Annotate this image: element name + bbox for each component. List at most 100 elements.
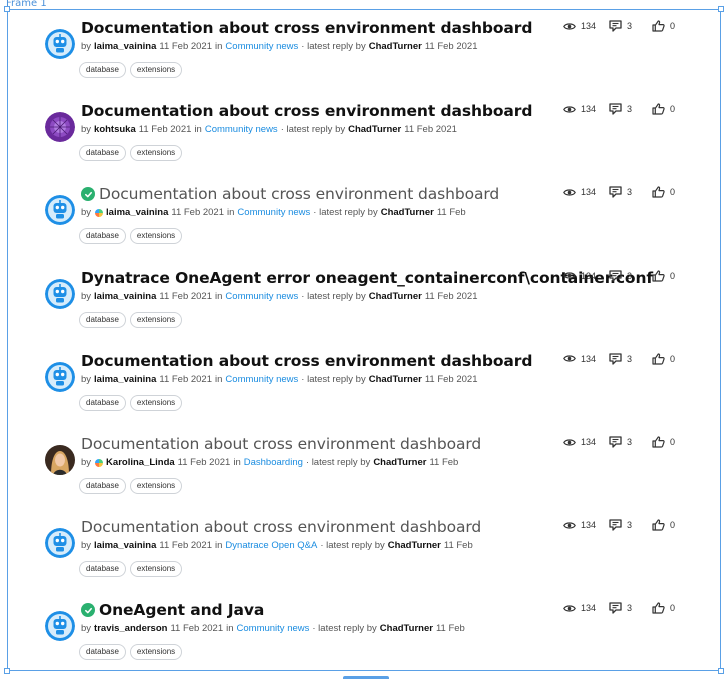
reply-user-link[interactable]: ChadTurner <box>369 291 422 302</box>
tag-chip[interactable]: extensions <box>129 561 183 578</box>
author-link[interactable]: laima_vainina <box>94 41 156 52</box>
category-link[interactable]: Community news <box>225 374 298 385</box>
resize-handle-top-left[interactable] <box>4 6 10 12</box>
avatar-robot[interactable] <box>45 278 75 309</box>
title-row: Documentation about cross environment da… <box>81 435 481 453</box>
comment-icon <box>609 186 622 199</box>
tag-chip[interactable]: database <box>79 62 126 78</box>
post-title[interactable]: Documentation about cross environment da… <box>81 19 532 37</box>
category-link[interactable]: Community news <box>225 291 298 302</box>
likes-count: 0 <box>670 353 676 364</box>
avatar-photo[interactable] <box>45 445 75 475</box>
tag-chip[interactable]: database <box>79 228 126 245</box>
views-stat: 134 <box>563 520 609 530</box>
tag-chip[interactable]: extensions <box>129 311 183 328</box>
post-title[interactable]: Documentation about cross environment da… <box>81 518 481 536</box>
category-link[interactable]: Community news <box>225 41 298 52</box>
views-count: 134 <box>581 104 597 115</box>
tag-chip[interactable]: extensions <box>129 644 183 661</box>
by-label: by <box>81 124 92 136</box>
post-title[interactable]: Documentation about cross environment da… <box>81 435 481 453</box>
eye-icon <box>563 106 576 113</box>
tag-chip[interactable]: database <box>79 145 126 162</box>
tag-list: database extensions <box>79 311 183 328</box>
in-label: in <box>215 41 223 52</box>
author-link[interactable]: laima_vainina <box>106 207 168 218</box>
tag-chip[interactable]: extensions <box>129 478 183 494</box>
reply-user-link[interactable]: ChadTurner <box>369 41 422 52</box>
category-link[interactable]: Dashboarding <box>244 457 303 468</box>
reply-date: 11 Feb 2021 <box>424 290 478 302</box>
category-link[interactable]: Community news <box>237 207 310 218</box>
reply-date: 11 Feb <box>429 457 459 468</box>
reply-user-link[interactable]: ChadTurner <box>388 540 441 551</box>
replies-stat: 3 <box>609 602 652 615</box>
post-date: 11 Feb 2021 <box>171 207 225 219</box>
tag-chip[interactable]: database <box>79 311 126 328</box>
tag-chip[interactable]: database <box>79 561 126 578</box>
tag-chip[interactable]: extensions <box>129 228 183 245</box>
reply-user-link[interactable]: ChadTurner <box>348 124 401 135</box>
reply-user-link[interactable]: ChadTurner <box>373 457 426 468</box>
eye-icon <box>563 438 576 446</box>
post-title[interactable]: OneAgent and Java <box>99 601 264 619</box>
latest-reply-label: · latest reply by <box>320 540 385 552</box>
replies-count: 3 <box>627 104 633 115</box>
post-stats: 134 3 0 <box>563 20 692 32</box>
likes-stat[interactable]: 0 <box>652 186 692 198</box>
title-row: OneAgent and Java <box>81 601 264 619</box>
category-link[interactable]: Community news <box>205 124 278 135</box>
replies-count: 3 <box>627 270 633 281</box>
replies-count: 3 <box>627 437 633 447</box>
tag-chip[interactable]: database <box>79 394 126 411</box>
likes-stat[interactable]: 0 <box>652 103 692 115</box>
author-link[interactable]: laima_vainina <box>94 291 156 302</box>
comment-icon <box>609 103 622 115</box>
avatar-robot[interactable] <box>45 29 75 59</box>
reply-user-link[interactable]: ChadTurner <box>380 623 433 634</box>
author-link[interactable]: kohtsuka <box>94 124 136 135</box>
avatar-robot[interactable] <box>45 195 75 226</box>
likes-stat[interactable]: 0 <box>652 269 692 282</box>
likes-stat[interactable]: 0 <box>652 20 692 32</box>
replies-stat: 3 <box>609 353 652 365</box>
discussion-item: Documentation about cross environment da… <box>0 19 728 102</box>
author-link[interactable]: travis_anderson <box>94 623 167 634</box>
post-title[interactable]: Documentation about cross environment da… <box>81 352 532 370</box>
discussion-item: Documentation about cross environment da… <box>0 185 728 268</box>
rank-badge-icon <box>95 458 104 467</box>
tag-chip[interactable]: extensions <box>129 394 183 411</box>
author-link[interactable]: Karolina_Linda <box>106 457 175 468</box>
likes-stat[interactable]: 0 <box>652 602 692 614</box>
comment-icon <box>609 269 622 282</box>
likes-stat[interactable]: 0 <box>652 519 692 531</box>
category-link[interactable]: Dynatrace Open Q&A <box>225 540 317 551</box>
views-count: 134 <box>581 437 597 447</box>
tag-chip[interactable]: database <box>79 644 126 661</box>
likes-stat[interactable]: 0 <box>652 353 692 365</box>
in-label: in <box>215 540 223 552</box>
tag-chip[interactable]: database <box>79 478 126 494</box>
avatar-robot[interactable] <box>45 361 75 392</box>
reply-date: 11 Feb <box>443 540 473 552</box>
author-link[interactable]: laima_vainina <box>94 374 156 385</box>
views-stat: 134 <box>563 354 609 364</box>
likes-stat[interactable]: 0 <box>652 436 692 448</box>
reply-user-link[interactable]: ChadTurner <box>381 207 434 218</box>
views-count: 134 <box>581 520 597 531</box>
likes-count: 0 <box>670 437 676 447</box>
post-stats: 134 3 0 <box>563 436 692 448</box>
eye-icon <box>563 605 576 612</box>
post-title[interactable]: Documentation about cross environment da… <box>99 185 499 203</box>
reply-user-link[interactable]: ChadTurner <box>369 374 422 385</box>
avatar-robot[interactable] <box>45 611 75 642</box>
resize-handle-top-right[interactable] <box>718 6 724 12</box>
avatar-robot[interactable] <box>45 528 75 559</box>
author-link[interactable]: laima_vainina <box>94 540 156 551</box>
post-title[interactable]: Documentation about cross environment da… <box>81 102 532 120</box>
post-date: 11 Feb 2021 <box>159 41 213 52</box>
category-link[interactable]: Community news <box>237 623 310 634</box>
avatar-purple-pattern[interactable] <box>45 112 75 143</box>
tag-chip[interactable]: extensions <box>129 62 183 78</box>
tag-chip[interactable]: extensions <box>129 145 183 162</box>
